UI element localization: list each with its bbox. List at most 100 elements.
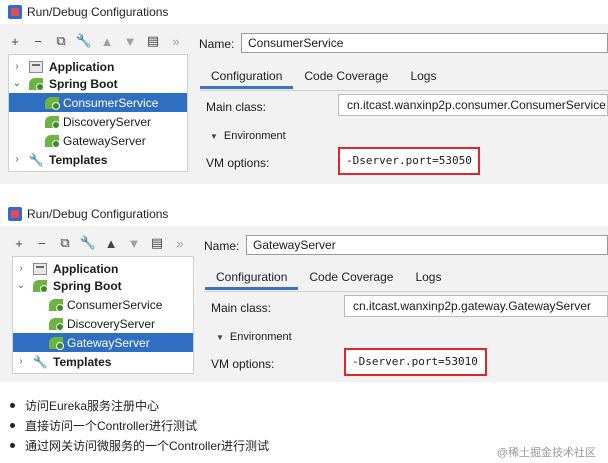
tree-label-application: Application [49,59,115,74]
tab-logs[interactable]: Logs [399,65,447,89]
name-label: Name: [204,239,240,253]
folder-icon[interactable]: ▤ [146,33,160,49]
more-icon[interactable]: » [169,33,183,49]
main-class-input[interactable]: cn.itcast.wanxinp2p.gateway.GatewayServe… [344,295,608,317]
dialog-gateway-server: Run/Debug Configurations + − ⧉ 🔧 ▲ ▼ ▤ »… [0,202,608,382]
spring-app-icon [49,336,64,350]
spring-boot-icon [29,77,44,91]
chevron-right-icon[interactable]: › [15,356,27,367]
main-class-label: Main class: [211,301,272,315]
vm-options-label: VM options: [206,156,270,170]
list-item: 直接访问一个Controller进行测试 [10,417,197,434]
spring-boot-icon [33,279,48,293]
move-up-icon[interactable]: ▲ [100,33,114,49]
list-item: 访问Eureka服务注册中心 [10,397,159,414]
title-bar: Run/Debug Configurations [0,202,608,226]
intellij-app-icon [8,5,22,19]
spring-app-icon [45,115,60,129]
config-tabs: Configuration Code Coverage Logs [205,266,452,290]
tree-label-item: ConsumerService [67,297,163,312]
collapse-triangle-icon: ▼ [216,333,224,342]
move-up-icon[interactable]: ▲ [104,235,118,251]
wrench-icon: 🔧 [28,152,44,167]
vm-options-input[interactable]: -Dserver.port=53050 [338,147,480,175]
remove-icon[interactable]: − [31,33,45,49]
application-icon [29,60,43,73]
more-icon[interactable]: » [173,235,187,251]
environment-label: Environment [229,331,292,343]
tab-logs[interactable]: Logs [404,266,452,290]
copy-icon[interactable]: ⧉ [58,235,72,251]
tree-item-discovery-server[interactable]: DiscoveryServer [13,314,193,333]
tab-code-coverage[interactable]: Code Coverage [293,65,399,89]
add-icon[interactable]: + [12,235,26,251]
tree-label-item: GatewayServer [67,335,150,350]
tree-label-item: DiscoveryServer [67,316,156,331]
vm-options-input[interactable]: -Dserver.port=53010 [344,348,487,376]
spring-app-icon [49,298,64,312]
tab-configuration[interactable]: Configuration [200,65,294,89]
vm-options-label: VM options: [211,357,275,371]
name-input[interactable]: GatewayServer [246,235,608,255]
note-text: 通过网关访问微服务的一个Controller进行测试 [25,439,270,453]
tree-label-templates: Templates [49,152,108,167]
spring-app-icon [45,134,60,148]
tree-node-spring-boot[interactable]: ⌄ Spring Boot [13,276,193,295]
window-title: Run/Debug Configurations [27,5,169,19]
chevron-down-icon[interactable]: ⌄ [15,280,27,291]
wrench-icon[interactable]: 🔧 [76,33,92,49]
tab-divider [205,291,608,292]
chevron-down-icon[interactable]: ⌄ [11,78,23,89]
bullet-icon [10,423,15,428]
note-text: 直接访问一个Controller进行测试 [25,419,198,433]
remove-icon[interactable]: − [35,235,49,251]
tree-node-templates[interactable]: › 🔧 Templates [9,150,187,169]
note-text: 访问Eureka服务注册中心 [25,399,160,413]
wrench-icon[interactable]: 🔧 [80,235,96,251]
config-toolbar: + − ⧉ 🔧 ▲ ▼ ▤ » [12,232,187,254]
copy-icon[interactable]: ⧉ [54,33,68,49]
main-class-label: Main class: [206,100,267,114]
tree-item-gateway-server[interactable]: GatewayServer [9,131,187,150]
folder-icon[interactable]: ▤ [150,235,164,251]
name-label: Name: [199,37,235,51]
spring-app-icon [49,317,64,331]
chevron-right-icon[interactable]: › [11,61,23,72]
bullet-icon [10,403,15,408]
environment-label: Environment [223,130,286,142]
environment-section[interactable]: ▼ Environment [216,331,292,343]
chevron-right-icon[interactable]: › [15,263,27,274]
tree-label-item: DiscoveryServer [63,114,152,129]
config-tree: › Application ⌄ Spring Boot ConsumerServ… [12,256,194,374]
tab-code-coverage[interactable]: Code Coverage [298,266,404,290]
tree-item-gateway-server[interactable]: GatewayServer [13,333,193,352]
wrench-icon: 🔧 [32,354,48,369]
add-icon[interactable]: + [8,33,22,49]
move-down-icon[interactable]: ▼ [123,33,137,49]
environment-section[interactable]: ▼ Environment [210,130,286,142]
tree-item-consumer-service[interactable]: ConsumerService [13,295,193,314]
tree-label-templates: Templates [53,354,112,369]
dialog-consumer-service: Run/Debug Configurations + − ⧉ 🔧 ▲ ▼ ▤ »… [0,0,608,184]
tab-configuration[interactable]: Configuration [205,266,299,290]
move-down-icon[interactable]: ▼ [127,235,141,251]
tree-node-spring-boot[interactable]: ⌄ Spring Boot [9,74,187,93]
tree-label-spring-boot: Spring Boot [53,278,122,293]
watermark: @稀土掘金技术社区 [496,447,596,459]
tree-item-discovery-server[interactable]: DiscoveryServer [9,112,187,131]
tree-label-spring-boot: Spring Boot [49,76,118,91]
tree-label-item: GatewayServer [63,133,146,148]
spring-app-icon [45,96,60,110]
chevron-right-icon[interactable]: › [11,154,23,165]
tab-divider [200,90,608,91]
name-input[interactable]: ConsumerService [241,33,608,53]
tree-node-templates[interactable]: › 🔧 Templates [13,352,193,371]
tree-label-application: Application [53,261,119,276]
config-tree: › Application ⌄ Spring Boot ConsumerServ… [8,54,188,172]
application-icon [33,262,47,275]
intellij-app-icon [8,207,22,221]
title-bar: Run/Debug Configurations [0,0,608,24]
tree-item-consumer-service[interactable]: ConsumerService [9,93,187,112]
main-class-input[interactable]: cn.itcast.wanxinp2p.consumer.ConsumerSer… [338,94,608,116]
bullet-icon [10,443,15,448]
